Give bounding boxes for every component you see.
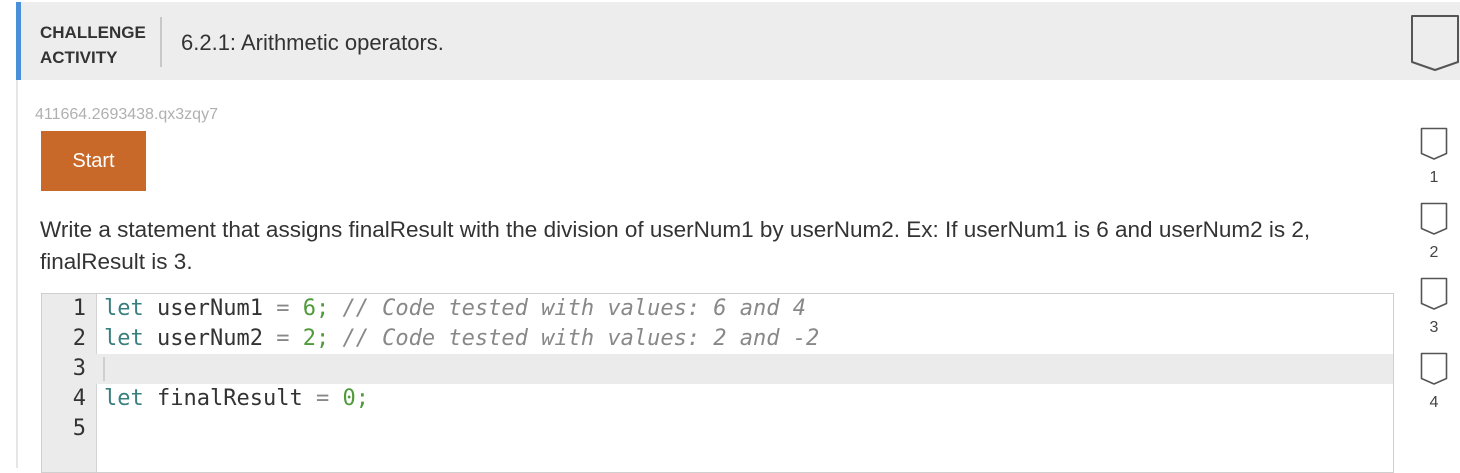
number-literal: 6	[302, 296, 316, 321]
level-3-indicator[interactable]: 3	[1420, 277, 1448, 336]
code-line[interactable]: 1 let userNum1 = 6; // Code tested with …	[42, 294, 1393, 324]
level-1-indicator[interactable]: 1	[1420, 127, 1448, 186]
level-badge-icon	[1420, 202, 1448, 235]
code-line[interactable]: 5	[42, 414, 1393, 444]
line-number: 1	[72, 296, 86, 321]
line-number: 5	[72, 416, 86, 441]
level-number: 3	[1429, 319, 1439, 336]
line-number: 3	[72, 356, 86, 381]
completion-badge-icon	[1410, 14, 1460, 72]
operator: =	[276, 326, 290, 351]
identifier: userNum2	[143, 326, 277, 351]
keyword: let	[104, 326, 144, 351]
activity-type: CHALLENGE ACTIVITY	[40, 20, 146, 70]
code-text[interactable]: let userNum1 = 6; // Code tested with va…	[104, 294, 806, 324]
code-line-active[interactable]: 3	[42, 354, 1393, 384]
text-cursor	[103, 357, 105, 381]
activity-title: 6.2.1: Arithmetic operators.	[181, 30, 444, 55]
operator: =	[276, 296, 290, 321]
code-editor[interactable]: 1 let userNum1 = 6; // Code tested with …	[41, 293, 1394, 473]
number-literal: 0	[342, 386, 356, 411]
level-number: 1	[1429, 169, 1439, 186]
level-4-indicator[interactable]: 4	[1420, 352, 1448, 411]
semicolon: ;	[355, 386, 369, 411]
code-line[interactable]: 2 let userNum2 = 2; // Code tested with …	[42, 324, 1393, 354]
number-literal: 2	[302, 326, 316, 351]
code-comment: // Code tested with values: 2 and -2	[329, 326, 820, 351]
start-button[interactable]: Start	[41, 131, 146, 191]
semicolon: ;	[315, 326, 330, 351]
activity-type-line1: CHALLENGE	[40, 23, 146, 42]
level-2-indicator[interactable]: 2	[1420, 202, 1448, 261]
keyword: let	[104, 386, 144, 411]
identifier: userNum1	[143, 296, 277, 321]
code-line[interactable]: 4 let finalResult = 0;	[42, 384, 1393, 414]
activity-type-line2: ACTIVITY	[40, 48, 118, 67]
level-number: 4	[1429, 394, 1439, 411]
activity-prompt: Write a statement that assigns finalResu…	[40, 217, 1311, 274]
line-number: 2	[72, 326, 86, 351]
line-number: 4	[72, 386, 86, 411]
code-comment: // Code tested with values: 6 and 4	[329, 296, 807, 321]
level-badge-icon	[1420, 127, 1448, 160]
code-text[interactable]: let finalResult = 0;	[104, 384, 369, 414]
header-divider	[160, 17, 162, 67]
semicolon: ;	[315, 296, 330, 321]
level-badge-icon	[1420, 277, 1448, 310]
level-number: 2	[1429, 244, 1439, 261]
operator: =	[315, 386, 330, 411]
code-text[interactable]: let userNum2 = 2; // Code tested with va…	[104, 324, 819, 354]
identifier: finalResult	[143, 386, 316, 411]
activity-id: 411664.2693438.qx3zqy7	[35, 106, 218, 123]
level-badge-icon	[1420, 352, 1448, 385]
content-edge	[16, 80, 18, 468]
keyword: let	[104, 296, 144, 321]
activity-header: CHALLENGE ACTIVITY 6.2.1: Arithmetic ope…	[16, 2, 1460, 80]
